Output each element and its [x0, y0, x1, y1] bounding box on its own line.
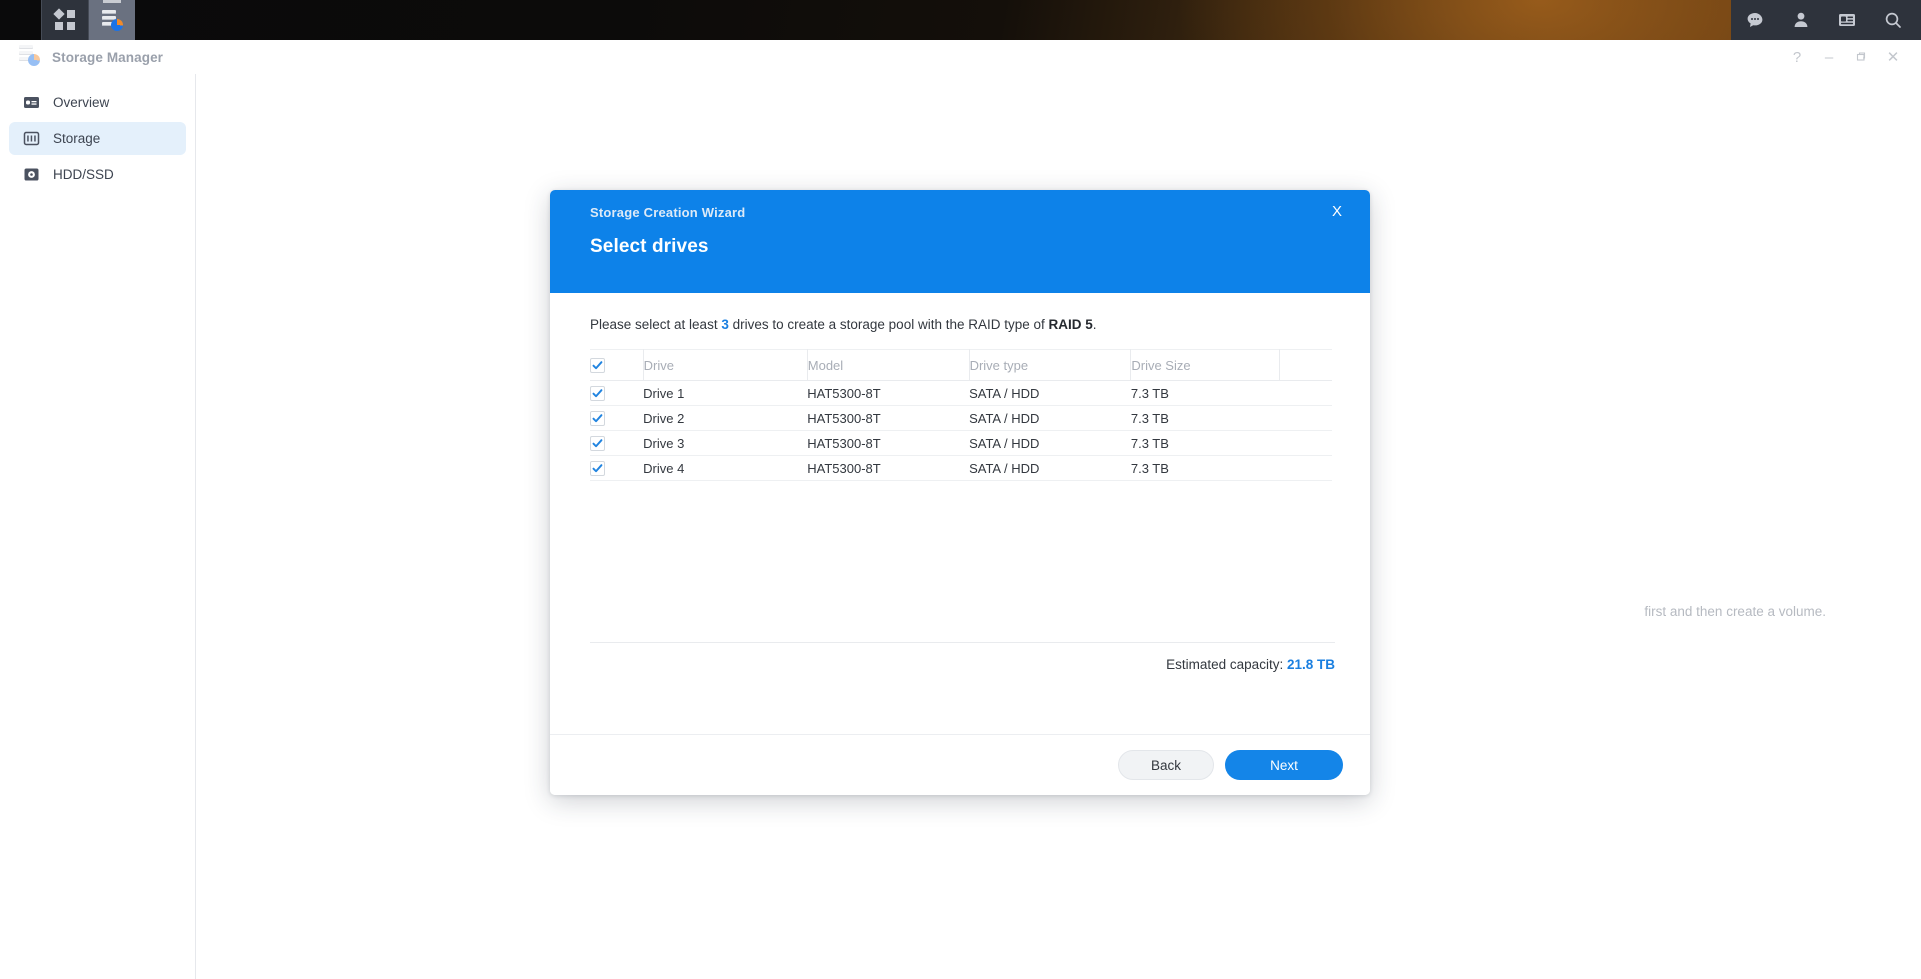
- sidebar-item-storage[interactable]: Storage: [9, 122, 186, 155]
- next-button[interactable]: Next: [1225, 750, 1343, 780]
- window-titlebar: Storage Manager ? – ✕: [0, 40, 1921, 74]
- row-checkbox-cell: [590, 405, 644, 431]
- cell-model: HAT5300-8T: [807, 430, 970, 456]
- chat-bubble-icon[interactable]: [1745, 10, 1765, 30]
- sidebar: Overview Storage HDD/SSD: [0, 74, 196, 979]
- overview-icon: [22, 94, 40, 112]
- dialog-subtitle: Select drives: [590, 236, 709, 257]
- table-header-row: Drive Model Drive type Drive Size: [590, 349, 1332, 381]
- row-checkbox[interactable]: [590, 461, 605, 477]
- dialog-close-icon[interactable]: X: [1327, 202, 1347, 222]
- checkmark-icon: [592, 414, 603, 423]
- storage-manager-icon: [101, 9, 123, 31]
- drive-table: Drive Model Drive type Drive Size Drive …: [590, 349, 1332, 481]
- dialog-header: Storage Creation Wizard X Select drives: [550, 190, 1370, 293]
- back-button[interactable]: Back: [1118, 750, 1214, 780]
- taskbar-tray: [1731, 0, 1921, 40]
- row-checkbox[interactable]: [590, 436, 605, 452]
- row-checkbox[interactable]: [590, 411, 605, 427]
- cell-drive-type: SATA / HDD: [969, 405, 1131, 431]
- taskbar-app-grid-button[interactable]: [42, 0, 88, 40]
- table-row[interactable]: Drive 2 HAT5300-8T SATA / HDD 7.3 TB: [590, 405, 1332, 431]
- cell-drive-type: SATA / HDD: [969, 455, 1131, 481]
- sidebar-item-overview-label: Overview: [53, 95, 110, 110]
- sidebar-item-hdd-ssd[interactable]: HDD/SSD: [9, 158, 186, 191]
- checkmark-icon: [592, 361, 603, 370]
- help-button[interactable]: ?: [1781, 40, 1813, 74]
- close-button[interactable]: ✕: [1877, 40, 1909, 74]
- column-header-drive[interactable]: Drive: [643, 349, 808, 381]
- cell-spacer: [1279, 455, 1332, 481]
- instruction-min-drives: 3: [721, 317, 729, 332]
- grid-icon: [53, 8, 75, 30]
- cell-drive-size: 7.3 TB: [1130, 455, 1280, 481]
- taskbar-storage-manager-button[interactable]: [88, 0, 135, 40]
- instruction-raid-type: RAID 5: [1048, 317, 1093, 332]
- dialog-title: Storage Creation Wizard: [590, 205, 746, 220]
- storage-icon: [22, 130, 40, 148]
- dialog-body: Please select at least 3 drives to creat…: [550, 293, 1370, 734]
- estimated-capacity-value: 21.8 TB: [1286, 657, 1335, 672]
- estimated-capacity-row: Estimated capacity: 21.8 TB: [590, 642, 1335, 672]
- estimated-capacity-label: Estimated capacity:: [1166, 657, 1284, 672]
- cell-drive-size: 7.3 TB: [1130, 405, 1280, 431]
- cell-spacer: [1279, 430, 1332, 456]
- cell-drive-type: SATA / HDD: [969, 380, 1131, 406]
- instruction-text: Please select at least 3 drives to creat…: [590, 317, 1370, 332]
- storage-creation-wizard-dialog: Storage Creation Wizard X Select drives …: [550, 190, 1370, 795]
- checkmark-icon: [592, 464, 603, 473]
- hdd-icon: [22, 166, 40, 184]
- table-row[interactable]: Drive 4 HAT5300-8T SATA / HDD 7.3 TB: [590, 455, 1332, 481]
- row-checkbox[interactable]: [590, 386, 605, 402]
- column-header-drive-size[interactable]: Drive Size: [1130, 349, 1281, 381]
- panel-icon[interactable]: [1837, 10, 1857, 30]
- taskbar-app-buttons: [41, 0, 135, 40]
- person-icon[interactable]: [1791, 10, 1811, 30]
- cell-model: HAT5300-8T: [807, 455, 970, 481]
- cell-drive-size: 7.3 TB: [1130, 380, 1280, 406]
- window-controls: ? – ✕: [1781, 40, 1909, 74]
- sidebar-item-hdd-ssd-label: HDD/SSD: [53, 167, 114, 182]
- column-header-spacer: [1279, 349, 1332, 381]
- select-all-header-cell: [590, 349, 644, 381]
- cell-drive: Drive 2: [643, 405, 808, 431]
- window-title: Storage Manager: [52, 49, 164, 65]
- cell-drive: Drive 3: [643, 430, 808, 456]
- column-header-model[interactable]: Model: [807, 349, 970, 381]
- cell-drive: Drive 4: [643, 455, 808, 481]
- cell-drive-size: 7.3 TB: [1130, 430, 1280, 456]
- row-checkbox-cell: [590, 380, 644, 406]
- instruction-prefix: Please select at least: [590, 317, 722, 332]
- row-checkbox-cell: [590, 455, 644, 481]
- sidebar-item-overview[interactable]: Overview: [9, 86, 186, 119]
- table-row[interactable]: Drive 3 HAT5300-8T SATA / HDD 7.3 TB: [590, 430, 1332, 456]
- table-row[interactable]: Drive 1 HAT5300-8T SATA / HDD 7.3 TB: [590, 380, 1332, 406]
- maximize-button[interactable]: [1845, 40, 1877, 74]
- dialog-footer: Back Next: [550, 734, 1370, 795]
- minimize-button[interactable]: –: [1813, 40, 1845, 74]
- sidebar-item-storage-label: Storage: [53, 131, 101, 146]
- row-checkbox-cell: [590, 430, 644, 456]
- checkmark-icon: [592, 389, 603, 398]
- checkmark-icon: [592, 439, 603, 448]
- window-app-icon: [18, 44, 40, 71]
- cell-spacer: [1279, 405, 1332, 431]
- search-icon[interactable]: [1883, 10, 1903, 30]
- column-header-drive-type[interactable]: Drive type: [969, 349, 1132, 381]
- cell-model: HAT5300-8T: [807, 405, 970, 431]
- instruction-suffix: .: [1092, 317, 1097, 332]
- cell-drive: Drive 1: [643, 380, 808, 406]
- cell-model: HAT5300-8T: [807, 380, 970, 406]
- cell-drive-type: SATA / HDD: [969, 430, 1131, 456]
- select-all-checkbox[interactable]: [590, 358, 605, 374]
- cell-spacer: [1279, 380, 1332, 406]
- instruction-middle: drives to create a storage pool with the…: [728, 317, 1049, 332]
